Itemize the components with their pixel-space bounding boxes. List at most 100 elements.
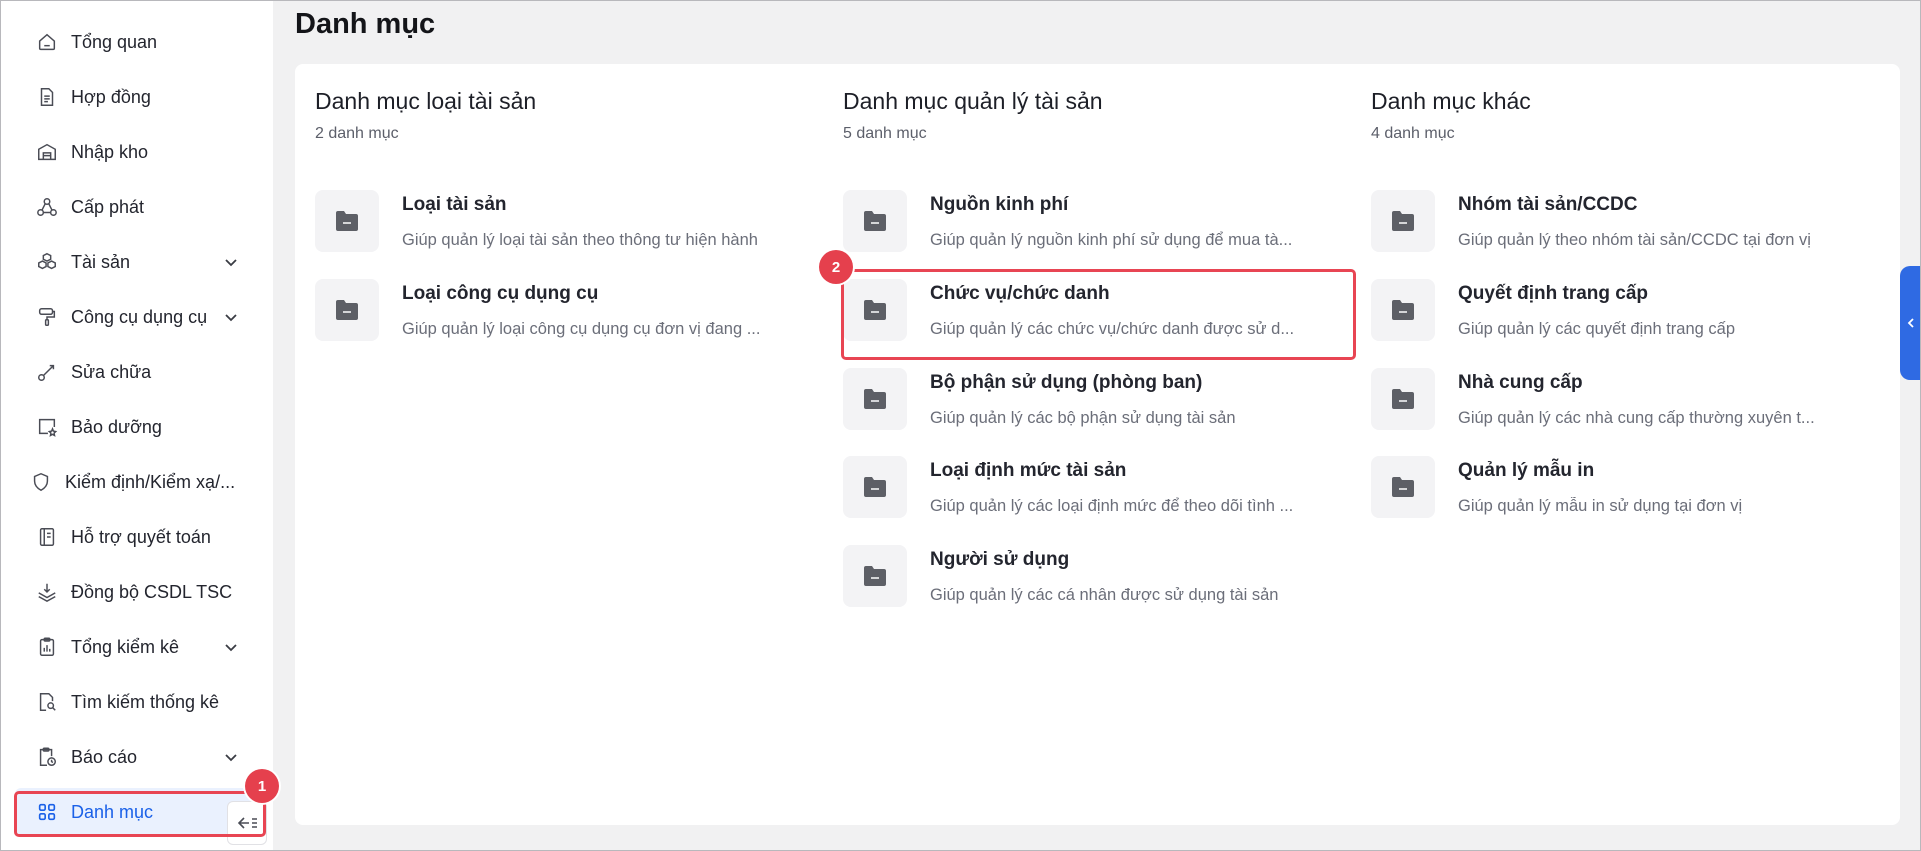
sidebar-item-label: Sửa chữa xyxy=(71,361,152,382)
maintenance-icon xyxy=(35,415,59,439)
cubes-icon xyxy=(35,250,59,274)
card-description: Giúp quản lý theo nhóm tài sản/CCDC tại … xyxy=(1458,231,1811,249)
column-count: 4 danh mục xyxy=(1371,125,1455,142)
sidebar-item-label: Hỗ trợ quyết toán xyxy=(71,526,211,547)
sidebar-item-kiem-dinh[interactable]: Kiểm định/Kiểm xạ/... xyxy=(15,458,265,506)
sidebar-item-label: Tài sản xyxy=(71,251,131,272)
sidebar: Tổng quan Hợp đồng Nhập kho Cấp phát Tài… xyxy=(1,1,273,850)
sidebar-item-bao-duong[interactable]: Bảo dưỡng xyxy=(15,403,265,451)
sidebar-item-sua-chua[interactable]: Sửa chữa xyxy=(15,348,265,396)
card-nguoi-su-dung[interactable]: Người sử dụng Giúp quản lý các cá nhân đ… xyxy=(843,545,1353,615)
card-nha-cung-cap[interactable]: Nhà cung cấp Giúp quản lý các nhà cung c… xyxy=(1371,368,1881,438)
folder-icon xyxy=(315,279,379,341)
hierarchy-icon xyxy=(35,195,59,219)
document-icon xyxy=(35,85,59,109)
card-description: Giúp quản lý các quyết định trang cấp xyxy=(1458,320,1736,338)
folder-icon xyxy=(843,456,907,518)
step-badge-2: 2 xyxy=(819,250,853,284)
highlight-box-1 xyxy=(14,791,266,837)
card-loai-tai-san[interactable]: Loại tài sản Giúp quản lý loại tài sản t… xyxy=(315,190,825,260)
card-description: Giúp quản lý mẫu in sử dụng tại đơn vị xyxy=(1458,497,1743,515)
card-description: Giúp quản lý loại tài sản theo thông tư … xyxy=(402,231,758,249)
card-nguon-kinh-phi[interactable]: Nguồn kinh phí Giúp quản lý nguồn kinh p… xyxy=(843,190,1353,260)
home-icon xyxy=(35,30,59,54)
highlight-box-2 xyxy=(841,269,1356,360)
chevron-down-icon xyxy=(225,314,237,322)
sidebar-item-dong-bo-csdl[interactable]: Đồng bộ CSDL TSC xyxy=(15,568,265,616)
folder-icon xyxy=(843,190,907,252)
report-clock-icon xyxy=(35,745,59,769)
clipboard-chart-icon xyxy=(35,635,59,659)
warehouse-icon xyxy=(35,140,59,164)
folder-icon xyxy=(1371,456,1435,518)
sidebar-item-bao-cao[interactable]: Báo cáo xyxy=(15,733,265,781)
card-title: Nhà cung cấp xyxy=(1458,372,1583,393)
card-title: Người sử dụng xyxy=(930,549,1070,570)
ledger-icon xyxy=(35,525,59,549)
card-description: Giúp quản lý loại công cụ dụng cụ đơn vị… xyxy=(402,320,761,338)
card-loai-cong-cu-dung-cu[interactable]: Loại công cụ dụng cụ Giúp quản lý loại c… xyxy=(315,279,825,349)
sidebar-item-label: Đồng bộ CSDL TSC xyxy=(71,581,233,602)
card-description: Giúp quản lý các cá nhân được sử dụng tà… xyxy=(930,586,1279,604)
sidebar-item-tong-kiem-ke[interactable]: Tổng kiểm kê xyxy=(15,623,265,671)
paint-roller-icon xyxy=(35,305,59,329)
card-title: Loại tài sản xyxy=(402,194,507,215)
card-loai-dinh-muc-tai-san[interactable]: Loại định mức tài sản Giúp quản lý các l… xyxy=(843,456,1353,526)
sidebar-item-label: Công cụ dụng cụ xyxy=(71,306,208,327)
sidebar-item-label: Hợp đồng xyxy=(71,86,151,107)
shield-icon xyxy=(29,470,53,494)
sidebar-item-label: Nhập kho xyxy=(71,141,149,162)
step-badge-1: 1 xyxy=(245,769,279,803)
card-title: Loại định mức tài sản xyxy=(930,460,1127,481)
chevron-down-icon xyxy=(225,754,237,762)
wrench-icon xyxy=(35,360,59,384)
folder-icon xyxy=(843,545,907,607)
folder-icon xyxy=(1371,190,1435,252)
sidebar-item-cap-phat[interactable]: Cấp phát xyxy=(15,183,265,231)
card-quan-ly-mau-in[interactable]: Quản lý mẫu in Giúp quản lý mẫu in sử dụ… xyxy=(1371,456,1881,526)
card-title: Nhóm tài sản/CCDC xyxy=(1458,194,1638,215)
sidebar-item-tai-san[interactable]: Tài sản xyxy=(15,238,265,286)
card-title: Quản lý mẫu in xyxy=(1458,460,1595,481)
chevron-left-icon xyxy=(1907,318,1914,328)
sidebar-item-label: Báo cáo xyxy=(71,746,138,767)
sidebar-item-label: Tìm kiếm thống kê xyxy=(71,691,220,712)
sidebar-item-label: Tổng quan xyxy=(71,31,158,52)
sidebar-item-label: Bảo dưỡng xyxy=(71,416,162,437)
card-description: Giúp quản lý các nhà cung cấp thường xuy… xyxy=(1458,409,1815,427)
card-description: Giúp quản lý các bộ phận sử dụng tài sản xyxy=(930,409,1236,427)
expand-right-panel-button[interactable] xyxy=(1900,266,1921,380)
column-title: Danh mục khác xyxy=(1371,88,1531,114)
card-nhom-tai-san-ccdc[interactable]: Nhóm tài sản/CCDC Giúp quản lý theo nhóm… xyxy=(1371,190,1881,260)
card-bo-phan-su-dung[interactable]: Bộ phận sử dụng (phòng ban) Giúp quản lý… xyxy=(843,368,1353,438)
card-title: Bộ phận sử dụng (phòng ban) xyxy=(930,372,1203,393)
card-quyet-dinh-trang-cap[interactable]: Quyết định trang cấp Giúp quản lý các qu… xyxy=(1371,279,1881,349)
sidebar-item-label: Tổng kiểm kê xyxy=(71,636,180,657)
chevron-down-icon xyxy=(225,259,237,267)
catalog-panel: Danh mục loại tài sản 2 danh mục Loại tà… xyxy=(295,64,1900,825)
card-title: Loại công cụ dụng cụ xyxy=(402,283,599,304)
card-title: Nguồn kinh phí xyxy=(930,194,1069,215)
column-title: Danh mục loại tài sản xyxy=(315,88,537,114)
folder-icon xyxy=(1371,368,1435,430)
column-count: 2 danh mục xyxy=(315,125,399,142)
file-search-icon xyxy=(35,690,59,714)
sidebar-item-tim-kiem-thong-ke[interactable]: Tìm kiếm thống kê xyxy=(15,678,265,726)
sidebar-item-ho-tro-quyet-toan[interactable]: Hỗ trợ quyết toán xyxy=(15,513,265,561)
card-description: Giúp quản lý nguồn kinh phí sử dụng để m… xyxy=(930,231,1293,249)
card-description: Giúp quản lý các loại định mức để theo d… xyxy=(930,497,1294,515)
folder-icon xyxy=(843,368,907,430)
page-title: Danh mục xyxy=(295,8,436,40)
sidebar-item-nhap-kho[interactable]: Nhập kho xyxy=(15,128,265,176)
sidebar-item-label: Kiểm định/Kiểm xạ/... xyxy=(65,471,236,492)
column-title: Danh mục quản lý tài sản xyxy=(843,88,1103,114)
layers-sync-icon xyxy=(35,580,59,604)
sidebar-item-hop-dong[interactable]: Hợp đồng xyxy=(15,73,265,121)
folder-icon xyxy=(1371,279,1435,341)
sidebar-item-tong-quan[interactable]: Tổng quan xyxy=(15,18,265,66)
sidebar-item-cong-cu-dung-cu[interactable]: Công cụ dụng cụ xyxy=(15,293,265,341)
card-title: Quyết định trang cấp xyxy=(1458,283,1649,304)
column-count: 5 danh mục xyxy=(843,125,927,142)
folder-icon xyxy=(315,190,379,252)
chevron-down-icon xyxy=(225,644,237,652)
